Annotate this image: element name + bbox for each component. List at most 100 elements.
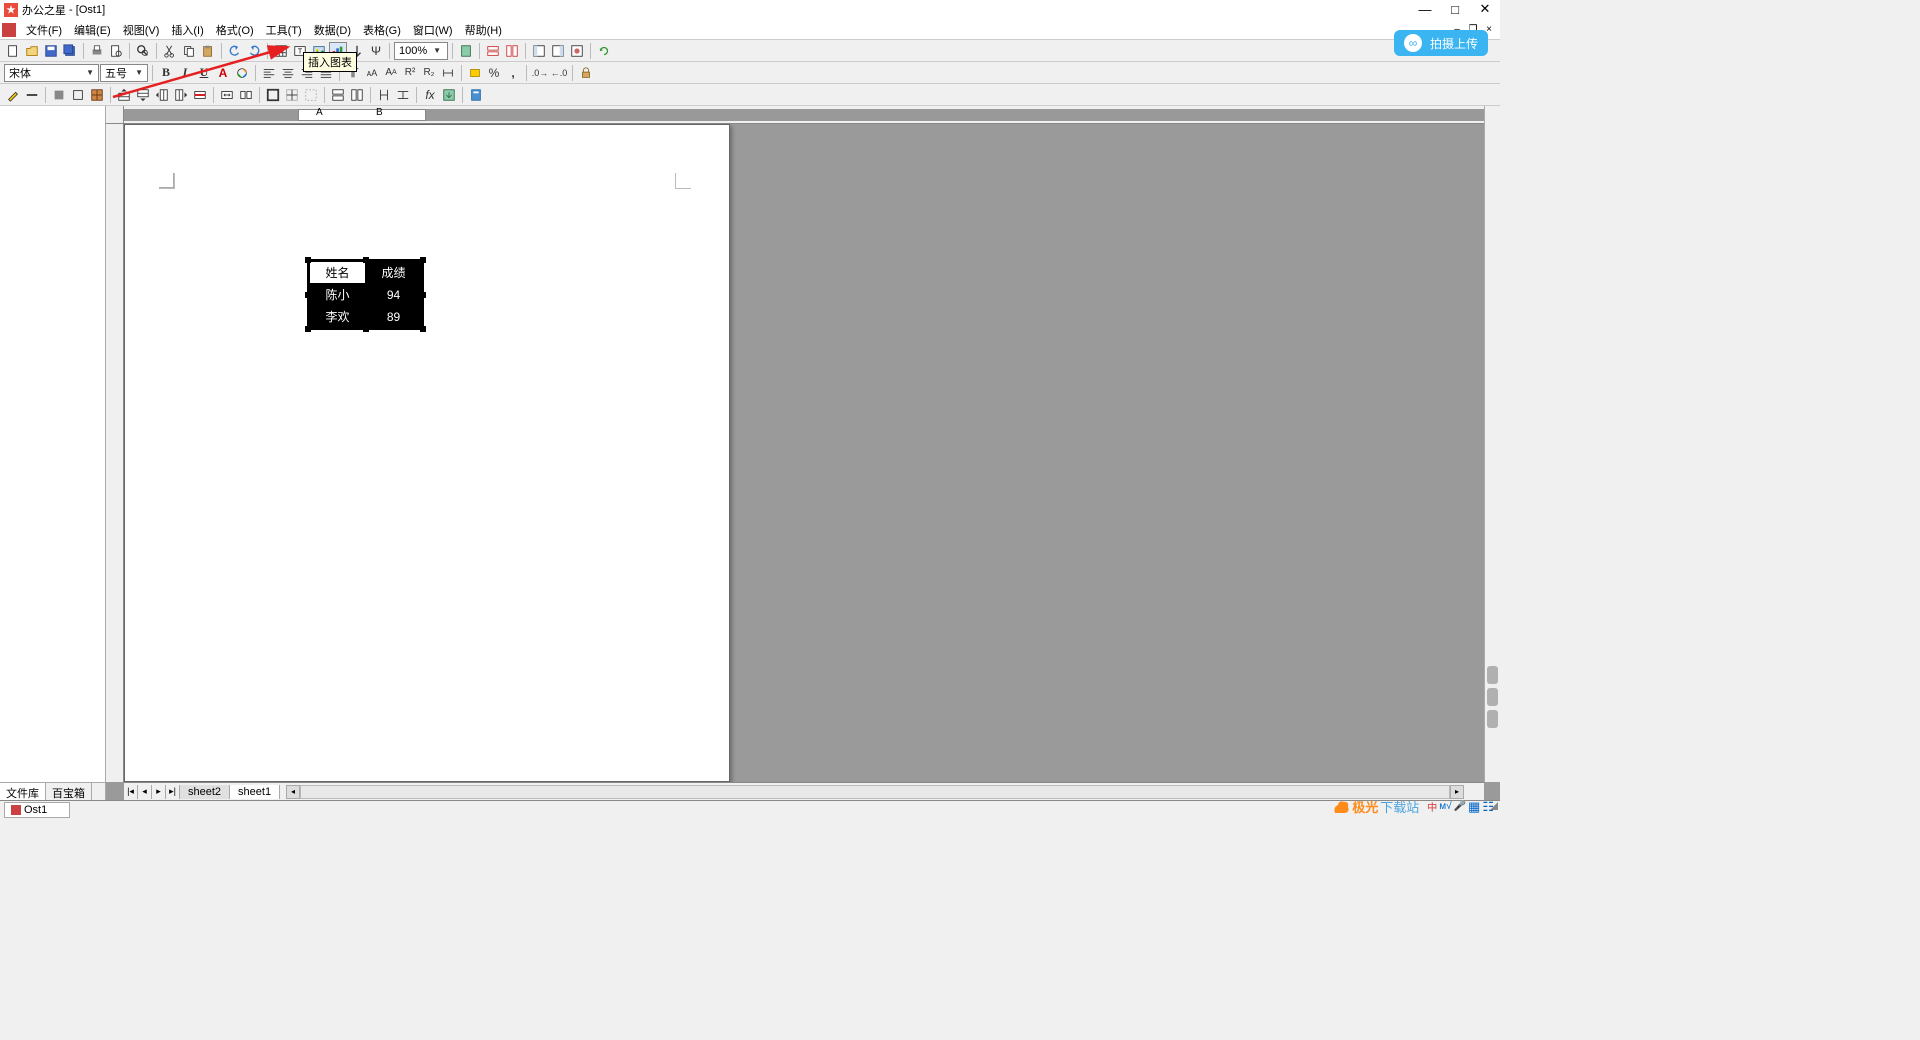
menu-window[interactable]: 窗口(W)	[407, 20, 459, 40]
col-width-button[interactable]	[348, 86, 366, 104]
comma-button[interactable]: ,	[504, 64, 522, 82]
selection-handle[interactable]	[363, 257, 369, 263]
split-cells-button[interactable]	[237, 86, 255, 104]
data-table[interactable]: 姓名 成绩 陈小 94 李欢 89	[307, 259, 424, 330]
insert-symbol-button[interactable]: Ψ	[367, 42, 385, 60]
align-center-button[interactable]	[279, 64, 297, 82]
bold-button[interactable]: B	[157, 64, 175, 82]
superscript-button[interactable]: R²	[401, 64, 419, 82]
insert-row-below-button[interactable]	[134, 86, 152, 104]
redo-button[interactable]	[245, 42, 263, 60]
undo-button[interactable]	[226, 42, 244, 60]
insert-col-left-button[interactable]	[153, 86, 171, 104]
layout-button-1[interactable]	[530, 42, 548, 60]
canvas[interactable]: 姓名 成绩 陈小 94 李欢 89	[124, 124, 1484, 782]
selection-handle[interactable]	[305, 292, 311, 298]
selection-handle[interactable]	[420, 326, 426, 332]
sheet-nav-last[interactable]: ▸|	[166, 785, 180, 799]
sheet-nav-prev[interactable]: ◂	[138, 785, 152, 799]
cell-b1[interactable]: 成绩	[366, 262, 422, 284]
font-combo[interactable]: 宋体 ▼	[4, 64, 99, 82]
selection-handle[interactable]	[305, 257, 311, 263]
cell-b2[interactable]: 94	[366, 284, 422, 306]
menu-view[interactable]: 视图(V)	[117, 20, 166, 40]
layout-button-3[interactable]	[568, 42, 586, 60]
minimize-button[interactable]: —	[1410, 0, 1440, 18]
menu-data[interactable]: 数据(D)	[308, 20, 357, 40]
menu-insert[interactable]: 插入(I)	[165, 20, 209, 40]
page-view-button[interactable]	[457, 42, 475, 60]
distribute-button[interactable]	[394, 86, 412, 104]
horizontal-scrollbar[interactable]: ◂ ▸	[286, 785, 1464, 799]
insert-col-right-button[interactable]	[172, 86, 190, 104]
italic-button[interactable]: I	[176, 64, 194, 82]
sheet-nav-first[interactable]: |◂	[124, 785, 138, 799]
menu-help[interactable]: 帮助(H)	[459, 20, 508, 40]
font-color-button[interactable]: A	[214, 64, 232, 82]
scroll-thumb[interactable]	[1487, 688, 1498, 706]
percent-button[interactable]: %	[485, 64, 503, 82]
spacing-button[interactable]	[439, 64, 457, 82]
insert-table-button[interactable]	[272, 42, 290, 60]
layout-button-2[interactable]	[549, 42, 567, 60]
sheet-tab-1[interactable]: sheet1	[230, 785, 280, 799]
menu-format[interactable]: 格式(O)	[210, 20, 260, 40]
cell-a1[interactable]: 姓名	[310, 262, 366, 284]
grid-button[interactable]	[88, 86, 106, 104]
close-button[interactable]: ✕	[1470, 0, 1500, 18]
refresh-button[interactable]	[595, 42, 613, 60]
menu-table[interactable]: 表格(G)	[357, 20, 407, 40]
open-button[interactable]	[23, 42, 41, 60]
insert-row-above-button[interactable]	[115, 86, 133, 104]
selection-handle[interactable]	[420, 292, 426, 298]
cloud-upload-button[interactable]: ∞ 拍摄上传	[1394, 30, 1488, 56]
align-left-button[interactable]	[260, 64, 278, 82]
scroll-thumb[interactable]	[1487, 666, 1498, 684]
decrease-decimal-button[interactable]: ←.0	[550, 64, 568, 82]
split-v-button[interactable]	[503, 42, 521, 60]
vertical-scrollbar[interactable]	[1484, 106, 1500, 782]
font-size-combo[interactable]: 五号 ▼	[100, 64, 148, 82]
border-outer-button[interactable]	[264, 86, 282, 104]
lock-button[interactable]	[577, 64, 595, 82]
vertical-ruler[interactable]	[106, 124, 124, 782]
maximize-button[interactable]: □	[1440, 0, 1470, 18]
zoom-combo[interactable]: 100% ▼	[394, 42, 448, 60]
copy-button[interactable]	[180, 42, 198, 60]
border-none-button[interactable]	[302, 86, 320, 104]
line-style-button[interactable]	[23, 86, 41, 104]
menu-tools[interactable]: 工具(T)	[260, 20, 308, 40]
resize-handle-icon[interactable]	[1486, 798, 1500, 812]
split-h-button[interactable]	[484, 42, 502, 60]
selection-handle[interactable]	[305, 326, 311, 332]
calc-button[interactable]	[467, 86, 485, 104]
currency-button[interactable]	[466, 64, 484, 82]
save-button[interactable]	[42, 42, 60, 60]
statusbar-doc-tab[interactable]: Ost1	[4, 802, 70, 818]
underline-button[interactable]: U	[195, 64, 213, 82]
save-all-button[interactable]	[61, 42, 79, 60]
print-preview-button[interactable]	[107, 42, 125, 60]
fill-color-button[interactable]	[50, 86, 68, 104]
sheet-nav-next[interactable]: ▸	[152, 785, 166, 799]
merge-cells-button[interactable]	[218, 86, 236, 104]
new-button[interactable]	[4, 42, 22, 60]
increase-decimal-button[interactable]: .0→	[531, 64, 549, 82]
scroll-left-button[interactable]: ◂	[286, 785, 300, 799]
formula-button[interactable]: fx	[421, 86, 439, 104]
horizontal-ruler[interactable]: A B	[124, 106, 1484, 124]
cell-a3[interactable]: 李欢	[310, 306, 366, 328]
page[interactable]: 姓名 成绩 陈小 94 李欢 89	[124, 124, 730, 782]
char-width-button[interactable]: ᴀA	[363, 64, 381, 82]
print-button[interactable]	[88, 42, 106, 60]
left-tab-treasure[interactable]: 百宝箱	[46, 783, 92, 800]
left-tab-files[interactable]: 文件库	[0, 783, 46, 800]
highlight-button[interactable]	[233, 64, 251, 82]
menu-file[interactable]: 文件(F)	[20, 20, 68, 40]
delete-row-button[interactable]	[191, 86, 209, 104]
subscript-button[interactable]: R₂	[420, 64, 438, 82]
menu-edit[interactable]: 编辑(E)	[68, 20, 117, 40]
selection-handle[interactable]	[363, 326, 369, 332]
row-height-button[interactable]	[329, 86, 347, 104]
char-scale-button[interactable]: AA	[382, 64, 400, 82]
